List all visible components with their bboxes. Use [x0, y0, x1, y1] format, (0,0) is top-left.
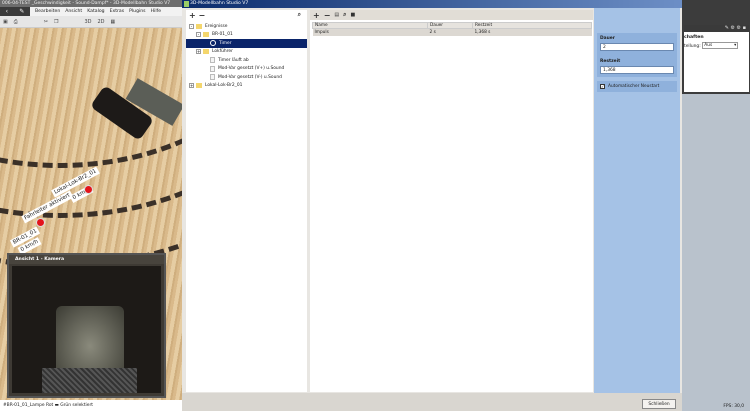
- camera-title: Ansicht 1 - Kamera: [9, 255, 164, 264]
- dauer-label: Dauer: [600, 36, 615, 41]
- remove-icon[interactable]: −: [324, 11, 331, 20]
- timer-panel: + − ▤ ⌕ ■ Name Dauer Restzeit Impuls 2 s 1,368 s: [310, 10, 593, 392]
- table-row[interactable]: Impuls 2 s 1,368 s: [312, 28, 592, 36]
- menu-hilfe[interactable]: Hilfe: [151, 9, 161, 14]
- status-text: #BR-01_01_Lampe Rot ▬ Grün selektiert: [0, 400, 182, 411]
- tree-item-label: Lokal-Lok-Br2_01: [205, 83, 243, 89]
- tree-item[interactable]: Mod-Var gesetzt (V+) u.Sound: [186, 65, 307, 74]
- tree-item-label: Mod-Var gesetzt (V+) u.Sound: [218, 66, 285, 72]
- chevron-down-icon: ▾: [734, 43, 737, 48]
- menu-plugins[interactable]: Plugins: [129, 9, 145, 14]
- folder-icon: [196, 23, 202, 29]
- cell-restzeit: 1,368 s: [472, 28, 592, 36]
- back-icon[interactable]: ‹: [6, 8, 8, 15]
- properties-panel: Dauer 2 Restzeit 1,368 ✓ Automatischer Neus…: [594, 8, 680, 393]
- add-icon[interactable]: +: [313, 11, 320, 20]
- menu-bearbeiten[interactable]: Bearbeiten: [35, 9, 60, 14]
- tree-item[interactable]: Mod-Var gesetzt (V-) u.Sound: [186, 73, 307, 82]
- doc-icon: [210, 74, 215, 81]
- signal-red-icon[interactable]: [84, 185, 93, 194]
- camera-image: [12, 266, 161, 393]
- doc-icon: [210, 57, 215, 64]
- expand-toggle[interactable]: +: [196, 49, 201, 55]
- setting-select-value: Aus: [704, 43, 713, 48]
- dialog-title: 3D-Modellbahn Studio V7: [190, 1, 249, 6]
- tree-item-label: Ereignisse: [205, 23, 228, 29]
- camera-view-window[interactable]: Ansicht 1 - Kamera: [7, 253, 166, 398]
- auto-restart-label: Automatischer Neustart: [608, 84, 660, 89]
- dauer-input[interactable]: 2: [600, 43, 674, 51]
- tree-item-label: BR-01_01: [212, 32, 233, 38]
- menu-katalog[interactable]: Katalog: [87, 9, 104, 14]
- expand-toggle[interactable]: +: [189, 83, 194, 89]
- expand-toggle[interactable]: -: [189, 23, 194, 29]
- tree-item[interactable]: + Lokführer: [186, 48, 307, 57]
- event-tree: + − ⌕ - Ereignisse - BR-01_01 Timer + Lokführer…: [186, 10, 307, 392]
- event-dialog: 3D-Modellbahn Studio V7 + − ⌕ - Ereignisse…: [182, 0, 682, 411]
- panel-toolbar-icons[interactable]: ✎ ⚙ ⚙ ▪: [684, 25, 749, 32]
- folder-icon: [196, 83, 202, 89]
- tree-item-label: Mod-Var gesetzt (V-) u.Sound: [218, 74, 282, 80]
- timer-icon: [210, 40, 216, 47]
- remove-icon[interactable]: −: [199, 11, 206, 20]
- checkmark-icon: ✓: [600, 84, 605, 89]
- tree-item[interactable]: Timer: [186, 39, 307, 48]
- restzeit-input[interactable]: 1,368: [600, 66, 674, 74]
- doc-icon: [210, 65, 215, 72]
- folder-icon: [203, 49, 209, 55]
- grid-icon[interactable]: ▦: [111, 19, 116, 25]
- expand-toggle[interactable]: -: [196, 32, 201, 38]
- copy-icon[interactable]: ❐: [54, 19, 58, 25]
- save-icon[interactable]: ▣: [3, 19, 8, 25]
- main-toolbar: ▣ ⎙ ✂ ❐ 3D 2D ▦: [0, 16, 182, 28]
- tree-item[interactable]: Timer läuft ab: [186, 56, 307, 65]
- tree-item[interactable]: + Lokal-Lok-Br2_01: [186, 82, 307, 91]
- timer-table: Name Dauer Restzeit Impuls 2 s 1,368 s: [312, 22, 592, 36]
- view-2d-button[interactable]: 2D: [97, 19, 104, 25]
- tree-item[interactable]: - BR-01_01: [186, 31, 307, 40]
- panel-title: chaften: [684, 35, 704, 40]
- menu-extras[interactable]: Extras: [110, 9, 125, 14]
- fps-readout: FPS: 30,0: [723, 404, 744, 409]
- stop-icon[interactable]: ■: [351, 12, 356, 18]
- print-icon[interactable]: ⎙: [14, 19, 18, 25]
- tree-item-label: Timer: [219, 40, 232, 46]
- app-icon: [184, 1, 189, 7]
- auto-restart-checkbox[interactable]: ✓ Automatischer Neustart: [597, 81, 677, 92]
- tree-item[interactable]: - Ereignisse: [186, 22, 307, 31]
- signal-red-icon[interactable]: [36, 218, 45, 227]
- close-button[interactable]: Schließen: [642, 399, 676, 409]
- cut-icon[interactable]: ✂: [44, 19, 48, 25]
- search-icon[interactable]: ⌕: [298, 11, 301, 19]
- menu-bar: ‹ ✎ Bearbeiten Ansicht Katalog Extras Plu…: [0, 7, 182, 16]
- menu-ansicht[interactable]: Ansicht: [65, 9, 82, 14]
- setting-select[interactable]: Aus ▾: [702, 42, 739, 49]
- document-icon[interactable]: ▤: [334, 12, 339, 18]
- view-3d-button[interactable]: 3D: [84, 19, 91, 25]
- search-icon[interactable]: ⌕: [343, 11, 346, 19]
- app-title-bar: 006-04-TEST _Geschwindigkeit - Sound-Dam…: [0, 0, 182, 7]
- cell-name: Impuls: [312, 28, 428, 36]
- field-label: tellung:: [684, 44, 701, 49]
- tree-item-label: Timer läuft ab: [218, 57, 249, 63]
- restzeit-label: Restzeit: [600, 59, 621, 64]
- tree-item-label: Lokführer: [212, 49, 233, 55]
- cell-dauer: 2 s: [427, 28, 473, 36]
- folder-icon: [203, 32, 209, 38]
- add-icon[interactable]: +: [189, 11, 196, 20]
- edit-icon[interactable]: ✎: [19, 8, 24, 15]
- right-properties-area: ✎ ⚙ ⚙ ▪ chaften tellung: Aus ▾ FPS: 30,0: [682, 0, 750, 411]
